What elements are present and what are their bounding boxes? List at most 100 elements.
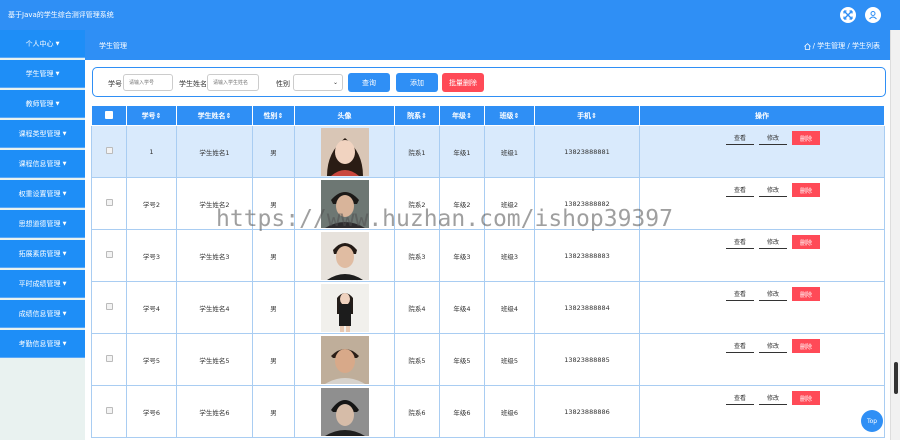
view-button[interactable]: 查看 bbox=[726, 235, 754, 249]
cell-dept: 院系6 bbox=[394, 385, 440, 438]
cell-actions: 查看 修改 删除 bbox=[639, 229, 885, 282]
student-id-input[interactable] bbox=[123, 74, 173, 91]
user-icon-glyph bbox=[869, 11, 877, 20]
row-checkbox-cell[interactable] bbox=[91, 385, 127, 438]
row-checkbox[interactable] bbox=[105, 303, 113, 310]
row-actions: 查看 修改 删除 bbox=[640, 339, 884, 353]
student-name-input[interactable] bbox=[207, 74, 259, 91]
fullscreen-icon[interactable] bbox=[840, 7, 856, 23]
page-scrollbar[interactable] bbox=[890, 30, 900, 440]
cell-avatar bbox=[294, 125, 395, 178]
table-row[interactable]: 学号4 学生姓名4 男 院系4 年级4 班级4 13823888884 查看 修… bbox=[91, 281, 885, 334]
cell-actions: 查看 修改 删除 bbox=[639, 333, 885, 386]
back-to-top-button[interactable]: Top bbox=[861, 410, 883, 432]
column-header-gender[interactable]: 性别⇕ bbox=[252, 105, 295, 126]
row-checkbox[interactable] bbox=[105, 407, 113, 414]
row-actions: 查看 修改 删除 bbox=[640, 391, 884, 405]
scrollbar-thumb[interactable] bbox=[894, 362, 898, 394]
sidebar-item-grade-info[interactable]: 成绩信息管理 ▼ bbox=[0, 300, 85, 328]
cell-phone: 13823888886 bbox=[534, 385, 640, 438]
cell-id: 1 bbox=[126, 125, 177, 178]
sidebar-item-label: 课程类型管理 bbox=[18, 129, 61, 138]
column-header-avatar: 头像 bbox=[294, 105, 395, 126]
view-button[interactable]: 查看 bbox=[726, 391, 754, 405]
delete-button[interactable]: 删除 bbox=[792, 287, 820, 301]
sidebar-item-attendance[interactable]: 考勤信息管理 ▼ bbox=[0, 330, 85, 358]
delete-button[interactable]: 删除 bbox=[792, 339, 820, 353]
delete-button[interactable]: 删除 bbox=[792, 391, 820, 405]
row-checkbox-cell[interactable] bbox=[91, 281, 127, 334]
chevron-down-icon: ▼ bbox=[55, 100, 60, 107]
edit-button[interactable]: 修改 bbox=[759, 287, 787, 301]
student-id-label: 学号 bbox=[108, 80, 122, 88]
cell-actions: 查看 修改 删除 bbox=[639, 281, 885, 334]
sidebar-item-label: 学生管理 bbox=[25, 69, 54, 78]
table-row[interactable]: 1 学生姓名1 男 院系1 年级1 班级1 13823888881 查看 修改 … bbox=[91, 125, 885, 178]
delete-button[interactable]: 删除 bbox=[792, 235, 820, 249]
row-checkbox-cell[interactable] bbox=[91, 177, 127, 230]
row-checkbox[interactable] bbox=[105, 251, 113, 258]
select-all-checkbox[interactable] bbox=[105, 110, 113, 119]
query-button[interactable]: 查询 bbox=[348, 73, 390, 92]
column-header-class[interactable]: 班级⇕ bbox=[484, 105, 535, 126]
gender-select[interactable]: ⌄ bbox=[293, 74, 343, 91]
table-row[interactable]: 学号6 学生姓名6 男 院系6 年级6 班级6 13823888886 查看 修… bbox=[91, 385, 885, 438]
user-icon[interactable] bbox=[865, 7, 881, 23]
sidebar-item-course-types[interactable]: 课程类型管理 ▼ bbox=[0, 120, 85, 148]
cell-gender: 男 bbox=[252, 385, 295, 438]
column-header-actions: 操作 bbox=[639, 105, 885, 126]
row-checkbox-cell[interactable] bbox=[91, 125, 127, 178]
edit-button[interactable]: 修改 bbox=[759, 183, 787, 197]
view-button[interactable]: 查看 bbox=[726, 287, 754, 301]
column-header-grade[interactable]: 年级⇕ bbox=[439, 105, 485, 126]
sidebar-item-teachers[interactable]: 教师管理 ▼ bbox=[0, 90, 85, 118]
column-header-phone[interactable]: 手机⇕ bbox=[534, 105, 640, 126]
column-header-id[interactable]: 学号⇕ bbox=[126, 105, 177, 126]
column-header-dept[interactable]: 院系⇕ bbox=[394, 105, 440, 126]
column-header-name[interactable]: 学生姓名⇕ bbox=[176, 105, 253, 126]
sidebar-item-students[interactable]: 学生管理 ▼ bbox=[0, 60, 85, 88]
edit-button[interactable]: 修改 bbox=[759, 235, 787, 249]
fullscreen-icon-glyph bbox=[843, 10, 853, 20]
avatar bbox=[321, 284, 369, 332]
avatar bbox=[321, 388, 369, 436]
sidebar-item-label: 考勤信息管理 bbox=[18, 339, 61, 348]
row-checkbox[interactable] bbox=[105, 355, 113, 362]
delete-button[interactable]: 删除 bbox=[792, 183, 820, 197]
cell-class: 班级3 bbox=[484, 229, 535, 282]
sidebar-item-course-info[interactable]: 课程信息管理 ▼ bbox=[0, 150, 85, 178]
sidebar-item-label: 思想道德管理 bbox=[18, 219, 61, 228]
batch-delete-button[interactable]: 批量删除 bbox=[442, 73, 484, 92]
sidebar-item-weight-settings[interactable]: 权重设置管理 ▼ bbox=[0, 180, 85, 208]
row-checkbox-cell[interactable] bbox=[91, 333, 127, 386]
home-icon[interactable] bbox=[803, 42, 811, 50]
sort-icon: ⇕ bbox=[513, 111, 520, 120]
select-all-header[interactable] bbox=[91, 105, 127, 126]
row-checkbox[interactable] bbox=[105, 147, 113, 154]
row-checkbox[interactable] bbox=[105, 199, 113, 206]
view-button[interactable]: 查看 bbox=[726, 183, 754, 197]
cell-class: 班级4 bbox=[484, 281, 535, 334]
row-checkbox-cell[interactable] bbox=[91, 229, 127, 282]
table-row[interactable]: 学号3 学生姓名3 男 院系3 年级3 班级3 13823888883 查看 修… bbox=[91, 229, 885, 282]
edit-button[interactable]: 修改 bbox=[759, 339, 787, 353]
delete-button[interactable]: 删除 bbox=[792, 131, 820, 145]
sidebar-item-personal-center[interactable]: 个人中心 ▼ bbox=[0, 30, 85, 58]
sidebar-item-extended-quality[interactable]: 拓展素质管理 ▼ bbox=[0, 240, 85, 268]
chevron-down-icon: ▼ bbox=[62, 220, 67, 227]
avatar bbox=[321, 336, 369, 384]
chevron-down-icon: ▼ bbox=[62, 280, 67, 287]
sidebar-item-moral[interactable]: 思想道德管理 ▼ bbox=[0, 210, 85, 238]
cell-gender: 男 bbox=[252, 229, 295, 282]
add-button[interactable]: 添加 bbox=[396, 73, 438, 92]
sort-icon: ⇕ bbox=[466, 111, 472, 120]
table-header-row: 学号⇕ 学生姓名⇕ 性别⇕ 头像 院系⇕ 年级⇕ 班级⇕ 手机⇕ 操作 bbox=[91, 105, 885, 126]
edit-button[interactable]: 修改 bbox=[759, 131, 787, 145]
edit-button[interactable]: 修改 bbox=[759, 391, 787, 405]
table-row[interactable]: 学号5 学生姓名5 男 院系5 年级5 班级5 13823888885 查看 修… bbox=[91, 333, 885, 386]
view-button[interactable]: 查看 bbox=[726, 131, 754, 145]
sidebar-item-regular-grades[interactable]: 平时成绩管理 ▼ bbox=[0, 270, 85, 298]
sort-icon: ⇕ bbox=[591, 111, 597, 120]
view-button[interactable]: 查看 bbox=[726, 339, 754, 353]
cell-grade: 年级6 bbox=[439, 385, 485, 438]
